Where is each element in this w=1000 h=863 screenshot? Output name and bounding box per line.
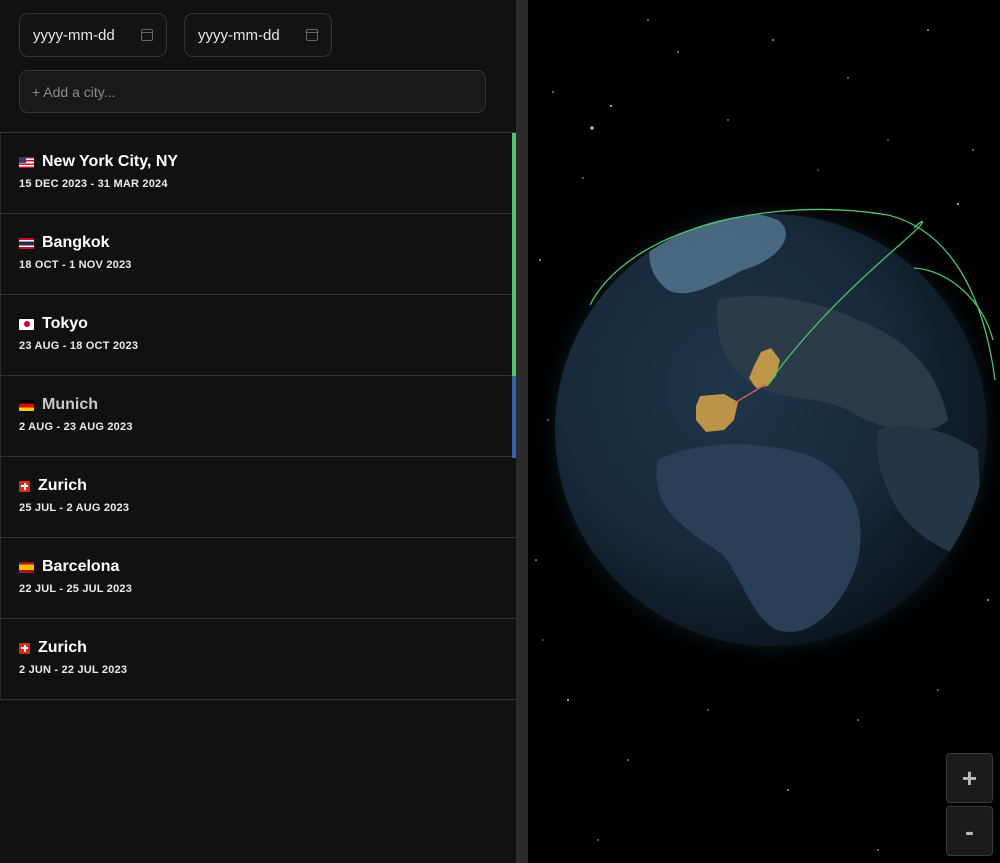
end-date-placeholder: yyyy-mm-dd <box>198 26 280 44</box>
trip-item-tokyo[interactable]: Tokyo 23 AUG - 18 OCT 2023 <box>0 295 516 377</box>
japan-flag-icon <box>19 318 34 330</box>
trip-dates: 18 OCT - 1 NOV 2023 <box>19 259 132 271</box>
trip-item-new-york[interactable]: New York City, NY 15 DEC 2023 - 31 MAR 2… <box>0 133 516 215</box>
us-flag-icon <box>19 156 34 168</box>
trip-item-zurich[interactable]: Zurich 25 JUL - 2 AUG 2023 <box>0 457 516 538</box>
zoom-in-button[interactable]: + <box>946 753 993 803</box>
trip-city: Zurich <box>38 639 87 656</box>
trip-city: Zurich <box>38 477 87 494</box>
trip-dates: 22 JUL - 25 JUL 2023 <box>19 583 133 595</box>
calendar-icon[interactable] <box>141 29 153 41</box>
sidebar: yyyy-mm-dd yyyy-mm-dd New York City, NY … <box>0 0 516 863</box>
trip-dates: 2 JUN - 22 JUL 2023 <box>19 664 128 676</box>
trip-dates: 25 JUL - 2 AUG 2023 <box>19 502 130 514</box>
trip-dates: 15 DEC 2023 - 31 MAR 2024 <box>19 178 168 190</box>
trip-city: Barcelona <box>42 558 120 575</box>
trip-status-bar <box>512 133 516 215</box>
panel-divider[interactable] <box>516 0 528 863</box>
trip-city: Munich <box>42 396 98 413</box>
switzerland-flag-icon <box>19 642 30 654</box>
trip-status-bar <box>512 376 516 458</box>
trip-city: New York City, NY <box>42 153 179 170</box>
start-date-placeholder: yyyy-mm-dd <box>33 26 115 44</box>
zoom-out-button[interactable]: - <box>946 806 993 856</box>
germany-flag-icon <box>19 399 34 411</box>
spain-flag-icon <box>19 561 34 573</box>
trip-city: Tokyo <box>42 315 88 332</box>
add-city-input[interactable] <box>19 70 486 113</box>
globe-canvas[interactable] <box>528 0 1000 863</box>
app: yyyy-mm-dd yyyy-mm-dd New York City, NY … <box>0 0 1000 863</box>
trip-item-barcelona[interactable]: Barcelona 22 JUL - 25 JUL 2023 <box>0 538 516 619</box>
thailand-flag-icon <box>19 237 34 249</box>
trip-item-munich[interactable]: Munich 2 AUG - 23 AUG 2023 <box>0 376 516 458</box>
globe-view[interactable]: + - <box>528 0 1000 863</box>
trip-city: Bangkok <box>42 234 110 251</box>
trip-item-zurich-2[interactable]: Zurich 2 JUN - 22 JUL 2023 <box>0 619 516 700</box>
trip-dates: 23 AUG - 18 OCT 2023 <box>19 340 139 352</box>
trip-dates: 2 AUG - 23 AUG 2023 <box>19 421 133 433</box>
trip-list: New York City, NY 15 DEC 2023 - 31 MAR 2… <box>0 132 516 700</box>
end-date-input[interactable]: yyyy-mm-dd <box>184 13 332 57</box>
trip-status-bar <box>512 214 516 296</box>
calendar-icon[interactable] <box>306 29 318 41</box>
switzerland-flag-icon <box>19 480 30 492</box>
start-date-input[interactable]: yyyy-mm-dd <box>19 13 167 57</box>
trip-status-bar <box>512 295 516 377</box>
trip-item-bangkok[interactable]: Bangkok 18 OCT - 1 NOV 2023 <box>0 214 516 296</box>
